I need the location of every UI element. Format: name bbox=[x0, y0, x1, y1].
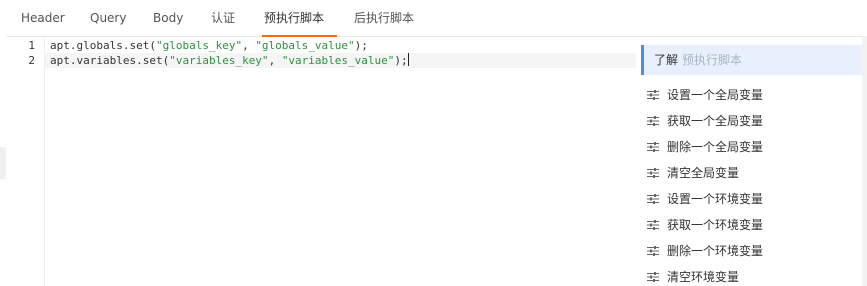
tab-body[interactable]: Body bbox=[153, 0, 183, 37]
line-number-gutter: 1 2 bbox=[6, 37, 43, 286]
snippet-label: 获取一个全局变量 bbox=[667, 114, 764, 128]
snippet-clear-global-vars[interactable]: 清空全局变量 bbox=[647, 163, 739, 183]
vertical-scrollbar[interactable] bbox=[862, 36, 867, 286]
tab-post-script[interactable]: 后执行脚本 bbox=[354, 0, 414, 37]
line-number: 1 bbox=[28, 39, 35, 52]
request-tabs: Header Query Body 认证 预执行脚本 后执行脚本 bbox=[6, 0, 862, 37]
snippet-panel: 了解 预执行脚本 设置一个全局变量 获取一个全局变量 删除一个全局变量 清空全局变… bbox=[641, 37, 862, 286]
snippet-set-global-var[interactable]: 设置一个全局变量 bbox=[647, 85, 763, 105]
script-editor[interactable]: 1 2 apt.globals.set("globals_key", "glob… bbox=[6, 37, 636, 286]
code-string: "variables_key" bbox=[169, 54, 269, 67]
sliders-icon bbox=[647, 142, 659, 152]
code-text: apt.variables.set( bbox=[50, 54, 170, 67]
code-line[interactable]: apt.globals.set("globals_key", "globals_… bbox=[50, 38, 368, 53]
snippet-label: 删除一个全局变量 bbox=[667, 140, 764, 154]
sliders-icon bbox=[647, 168, 659, 178]
sliders-icon bbox=[647, 116, 659, 126]
snippet-delete-global-var[interactable]: 删除一个全局变量 bbox=[647, 137, 763, 157]
learn-text: 了解 bbox=[654, 53, 679, 67]
code-string: "variables_value" bbox=[281, 54, 395, 67]
code-text: ); bbox=[354, 39, 368, 52]
code-text: , bbox=[268, 54, 282, 67]
learn-subtitle: 预执行脚本 bbox=[682, 53, 743, 67]
snippet-get-env-var[interactable]: 获取一个环境变量 bbox=[647, 215, 763, 235]
tab-query[interactable]: Query bbox=[90, 0, 126, 37]
sliders-icon bbox=[647, 90, 659, 100]
snippet-clear-env-vars[interactable]: 清空环境变量 bbox=[647, 267, 739, 286]
line-number: 2 bbox=[28, 54, 35, 67]
snippet-set-env-var[interactable]: 设置一个环境变量 bbox=[647, 189, 763, 209]
text-cursor bbox=[407, 53, 409, 66]
sliders-icon bbox=[647, 194, 659, 204]
snippet-label: 设置一个全局变量 bbox=[667, 88, 764, 102]
snippet-label: 删除一个环境变量 bbox=[667, 244, 764, 258]
snippet-label: 清空全局变量 bbox=[667, 166, 740, 180]
code-text: apt.globals.set( bbox=[50, 39, 156, 52]
code-text: ); bbox=[394, 54, 408, 67]
code-string: "globals_key" bbox=[155, 39, 243, 52]
sliders-icon bbox=[647, 246, 659, 256]
snippet-label: 设置一个环境变量 bbox=[667, 192, 764, 206]
code-string: "globals_value" bbox=[255, 39, 355, 52]
snippet-delete-env-var[interactable]: 删除一个环境变量 bbox=[647, 241, 763, 261]
learn-label: 了解 预执行脚本 bbox=[654, 45, 742, 75]
tab-header[interactable]: Header bbox=[21, 0, 65, 37]
snippet-get-global-var[interactable]: 获取一个全局变量 bbox=[647, 111, 763, 131]
code-text: , bbox=[242, 39, 256, 52]
tab-pre-script[interactable]: 预执行脚本 bbox=[264, 0, 324, 37]
snippet-label: 获取一个环境变量 bbox=[667, 218, 764, 232]
learn-pre-script-link[interactable]: 了解 预执行脚本 bbox=[641, 45, 862, 75]
gutter-divider bbox=[44, 37, 45, 286]
sliders-icon bbox=[647, 272, 659, 282]
snippet-label: 清空环境变量 bbox=[667, 270, 740, 284]
code-line[interactable]: apt.variables.set("variables_key", "vari… bbox=[50, 53, 409, 68]
tab-auth[interactable]: 认证 bbox=[211, 0, 235, 37]
sliders-icon bbox=[647, 220, 659, 230]
